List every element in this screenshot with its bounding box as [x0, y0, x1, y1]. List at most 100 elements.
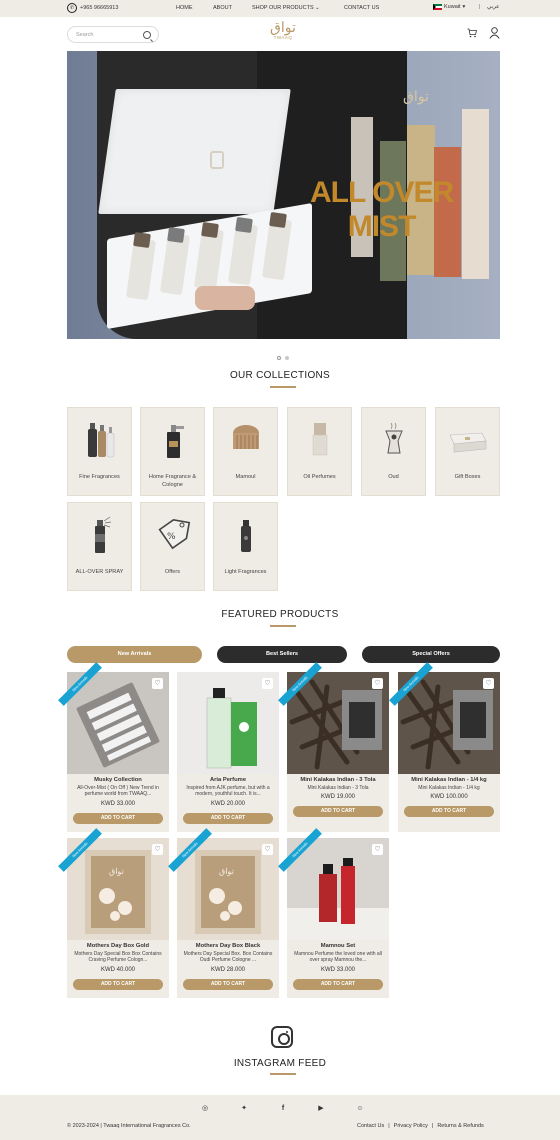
add-to-cart-button[interactable]: ADD TO CART [73, 979, 163, 990]
product-name[interactable]: Mothers Day Box Gold [67, 943, 169, 949]
product-name[interactable]: Mini Kalakas Indian - 3 Tola [287, 777, 389, 783]
hero-bottle-cap [269, 211, 287, 229]
wishlist-heart-icon[interactable]: ♡ [372, 844, 383, 855]
product-card[interactable]: تواق New Arrivals ♡ Mothers Day Box Gold… [58, 828, 169, 998]
product-price: KWD 100.000 [430, 794, 468, 800]
nav-about[interactable]: ABOUT [213, 5, 232, 11]
snapchat-icon[interactable]: ☺ [355, 1104, 365, 1114]
discount-tag-icon: % [141, 503, 204, 565]
hero-hand [195, 286, 255, 310]
svg-text:%: % [167, 532, 176, 542]
hero-bottle-cap [133, 231, 151, 249]
collection-mamoul[interactable]: Mamoul [213, 407, 278, 496]
nav-shop-products[interactable]: SHOP OUR PRODUCTS ⌄ [252, 5, 320, 11]
hero-bottle-cap [235, 216, 253, 234]
site-logo[interactable]: تواق TWAAQ [266, 21, 300, 47]
hero-gift-box-lid [98, 89, 291, 214]
collection-fine-fragrances[interactable]: Fine Fragrances [67, 407, 132, 496]
hero-headline-line1: ALL OVER [310, 176, 454, 209]
footer-link-returns[interactable]: Returns & Refunds [437, 1123, 483, 1129]
tab-best-sellers[interactable]: Best Sellers [217, 646, 347, 663]
product-card[interactable]: New Arrivals ♡ Mini Kalakas Indian - 1/4… [389, 662, 500, 832]
wishlist-heart-icon[interactable]: ♡ [262, 678, 273, 689]
product-name[interactable]: Musky Collection [67, 777, 169, 783]
facebook-icon[interactable]: f [278, 1104, 288, 1114]
wishlist-heart-icon[interactable]: ♡ [483, 678, 494, 689]
footer-link-contact[interactable]: Contact Us [357, 1123, 384, 1129]
collection-home-fragrance[interactable]: Home Fragrance & Cologne [140, 407, 205, 496]
collection-oil-perfumes[interactable]: Oil Perfumes [287, 407, 352, 496]
add-to-cart-button[interactable]: ADD TO CART [293, 979, 383, 990]
collection-oud[interactable]: Oud [361, 407, 426, 496]
add-to-cart-button[interactable]: ADD TO CART [183, 979, 273, 990]
kuwait-flag-icon [433, 4, 442, 10]
wishlist-heart-icon[interactable]: ♡ [152, 678, 163, 689]
divider: | [388, 1123, 390, 1129]
logo-arabic: تواق [270, 20, 296, 36]
search-placeholder: Search [76, 32, 94, 38]
divider: | [479, 4, 481, 10]
product-card[interactable]: New Arrivals ♡ Musky Collection All-Over… [58, 662, 169, 832]
product-card[interactable]: New Arrivals ♡ Mini Kalakas Indian - 3 T… [278, 662, 389, 832]
header: Search تواق TWAAQ [0, 17, 560, 51]
collection-all-over-spray[interactable]: ALL-OVER SPRAY [67, 502, 132, 591]
youtube-icon[interactable]: ▶ [316, 1104, 326, 1114]
collection-offers[interactable]: % Offers [140, 502, 205, 591]
nav-shop-products-label: SHOP OUR PRODUCTS [252, 5, 314, 11]
title-underline [270, 625, 296, 627]
chevron-down-icon: ⌄ [315, 5, 320, 11]
country-selector[interactable]: Kuwait ▾ [433, 4, 465, 10]
phone-contact[interactable]: ✆ +965 96665913 [67, 3, 118, 13]
add-to-cart-button[interactable]: ADD TO CART [293, 806, 383, 817]
footer-link-privacy[interactable]: Privacy Policy [394, 1123, 428, 1129]
mamoul-incense-icon [214, 408, 277, 470]
product-description: Inspired from AJK perfume, but with a mo… [186, 785, 270, 798]
twitter-icon[interactable]: ✦ [239, 1104, 249, 1114]
product-description: All-Over-Mist ( On Off ) New Trend in pe… [77, 785, 159, 798]
title-underline [270, 1073, 296, 1075]
phone-number: +965 96665913 [80, 5, 119, 11]
cart-icon[interactable] [467, 28, 477, 38]
product-name[interactable]: Mamnou Set [287, 943, 389, 949]
add-to-cart-button[interactable]: ADD TO CART [183, 813, 273, 824]
instagram-feed-title: INSTAGRAM FEED [233, 1058, 327, 1069]
whatsapp-icon: ✆ [67, 3, 77, 13]
language-toggle[interactable]: عربي [487, 4, 499, 10]
tab-special-offers[interactable]: Special Offers [362, 646, 500, 663]
search-icon[interactable] [143, 31, 151, 39]
product-card[interactable]: تواق New Arrivals ♡ Mothers Day Box Blac… [168, 828, 279, 998]
product-description: Mini Kalakas Indian - 1/4 kg [418, 785, 480, 791]
product-name[interactable]: Mini Kalakas Indian - 1/4 kg [398, 777, 500, 783]
add-to-cart-button[interactable]: ADD TO CART [404, 806, 494, 817]
nav-home[interactable]: HOME [176, 5, 193, 11]
product-card[interactable]: ♡ Aria Perfume Inspired from AJK perfume… [177, 672, 279, 832]
box-logo-icon [210, 151, 224, 169]
hero-bottle-cap [201, 221, 219, 239]
collection-light-fragrances[interactable]: Light Fragrances [213, 502, 278, 591]
instagram-icon[interactable]: ◎ [200, 1104, 210, 1114]
search-input[interactable]: Search [67, 26, 159, 43]
product-price: KWD 33.000 [320, 967, 356, 973]
instagram-icon[interactable] [271, 1026, 293, 1048]
carousel-dot[interactable] [277, 356, 281, 360]
product-card[interactable]: New Arrivals ♡ Mamnou Set Mamnou Perfume… [278, 828, 389, 998]
nav-contact-us[interactable]: CONTACT US [344, 5, 379, 11]
product-price: KWD 40.000 [100, 967, 136, 973]
product-name[interactable]: Aria Perfume [177, 777, 279, 783]
wishlist-heart-icon[interactable]: ♡ [372, 678, 383, 689]
product-name[interactable]: Mothers Day Box Black [177, 943, 279, 949]
product-description: Mini Kalakas Indian - 3 Tola [307, 785, 369, 791]
user-icon[interactable] [489, 27, 500, 39]
wishlist-heart-icon[interactable]: ♡ [262, 844, 273, 855]
divider: | [431, 1123, 434, 1129]
footer: ◎ ✦ f ▶ ☺ © 2023-2024 | Twaaq Internatio… [0, 1095, 560, 1140]
hero-banner[interactable]: تواق ALL OVER MIST [67, 51, 500, 339]
svg-text:تواق: تواق [109, 867, 124, 876]
hero-bottle-cap [167, 226, 185, 244]
carousel-dot[interactable] [285, 356, 289, 360]
collection-gift-boxes[interactable]: Gift Boxes [435, 407, 500, 496]
tab-new-arrivals[interactable]: New Arrivals [67, 646, 202, 663]
wishlist-heart-icon[interactable]: ♡ [152, 844, 163, 855]
add-to-cart-button[interactable]: ADD TO CART [73, 813, 163, 824]
top-bar: ✆ +965 96665913 HOME ABOUT SHOP OUR PROD… [0, 0, 560, 17]
